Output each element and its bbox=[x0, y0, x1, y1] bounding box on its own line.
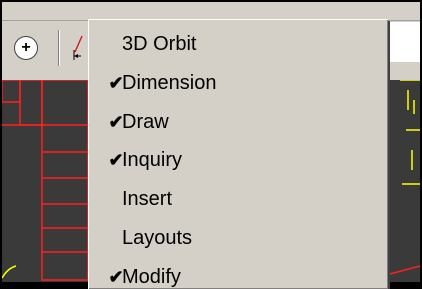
menu-item-dimension[interactable]: ✔ Dimension bbox=[88, 64, 388, 102]
menu-item-draw[interactable]: ✔ Draw bbox=[88, 103, 388, 141]
menu-item-label: Draw bbox=[122, 110, 169, 133]
menu-item-modify[interactable]: ✔ Modify bbox=[88, 258, 388, 289]
menu-item-label: Insert bbox=[122, 187, 173, 210]
menu-item-label: Layouts bbox=[122, 226, 193, 249]
dimension-icon[interactable] bbox=[72, 32, 86, 62]
command-field[interactable] bbox=[387, 22, 420, 62]
menu-item-label: Inquiry bbox=[122, 148, 183, 171]
toolbars-context-menu: 3D Orbit ✔ Dimension ✔ Draw ✔ Inquiry In… bbox=[88, 19, 388, 289]
toolbar-separator bbox=[58, 30, 60, 66]
menu-item-inquiry[interactable]: ✔ Inquiry bbox=[88, 141, 388, 179]
menu-item-layouts[interactable]: Layouts bbox=[88, 219, 388, 257]
zoom-plus-icon: + bbox=[21, 39, 31, 56]
menu-item-label: 3D Orbit bbox=[122, 32, 197, 55]
menu-item-insert[interactable]: Insert bbox=[88, 180, 388, 218]
menu-item-label: Dimension bbox=[122, 71, 217, 94]
menu-item-3d-orbit[interactable]: 3D Orbit bbox=[88, 25, 388, 63]
zoom-plus-button[interactable]: + bbox=[14, 36, 38, 60]
menu-item-label: Modify bbox=[122, 265, 181, 288]
